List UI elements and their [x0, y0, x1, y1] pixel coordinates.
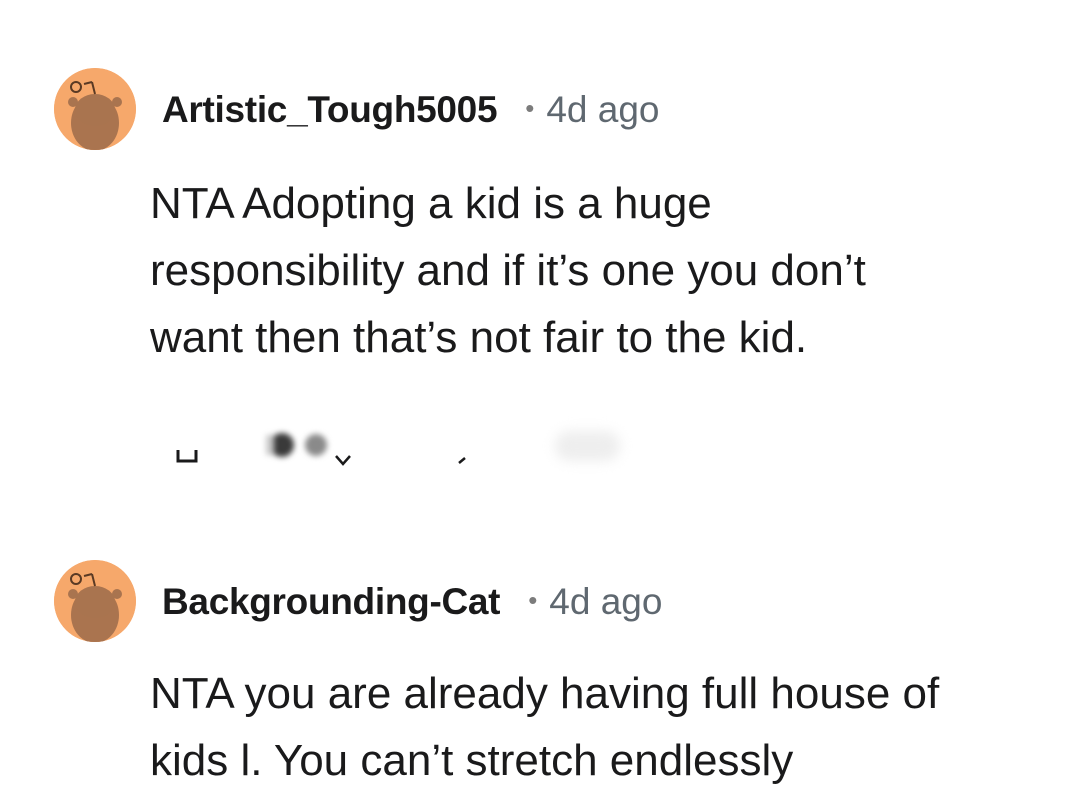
- comment-line: kids l. You can’t stretch endlessly: [150, 736, 794, 785]
- comment-line: NTA you are already having full house of: [150, 669, 940, 718]
- timestamp: 4d ago: [549, 581, 663, 622]
- username[interactable]: Artistic_Tough5005: [162, 89, 498, 131]
- meta-separator: •: [525, 92, 535, 123]
- comment-meta: Artistic_Tough5005 • 4d ago: [162, 86, 660, 134]
- username[interactable]: Backgrounding-Cat: [162, 581, 500, 623]
- meta-separator: •: [528, 584, 538, 615]
- chevron-down-icon[interactable]: [333, 453, 353, 467]
- comment-body: NTA Adopting a kid is a huge responsibil…: [150, 170, 1030, 371]
- comment-actions: [0, 423, 1080, 483]
- reddit-snoo-avatar-icon[interactable]: [54, 68, 136, 150]
- comment-line: responsibility and if it’s one you don’t: [150, 246, 866, 295]
- comment-line: want then that’s not fair to the kid.: [150, 313, 808, 362]
- comment-meta: Backgrounding-Cat • 4d ago: [162, 578, 662, 626]
- more-icon[interactable]: [455, 455, 471, 465]
- comment-line: NTA Adopting a kid is a huge: [150, 179, 712, 228]
- vote-count: [555, 431, 620, 461]
- timestamp: 4d ago: [546, 89, 660, 130]
- reply-icon[interactable]: [176, 449, 198, 463]
- reddit-snoo-avatar-icon[interactable]: [54, 560, 136, 642]
- comment-body: NTA you are already having full house of…: [150, 660, 1030, 794]
